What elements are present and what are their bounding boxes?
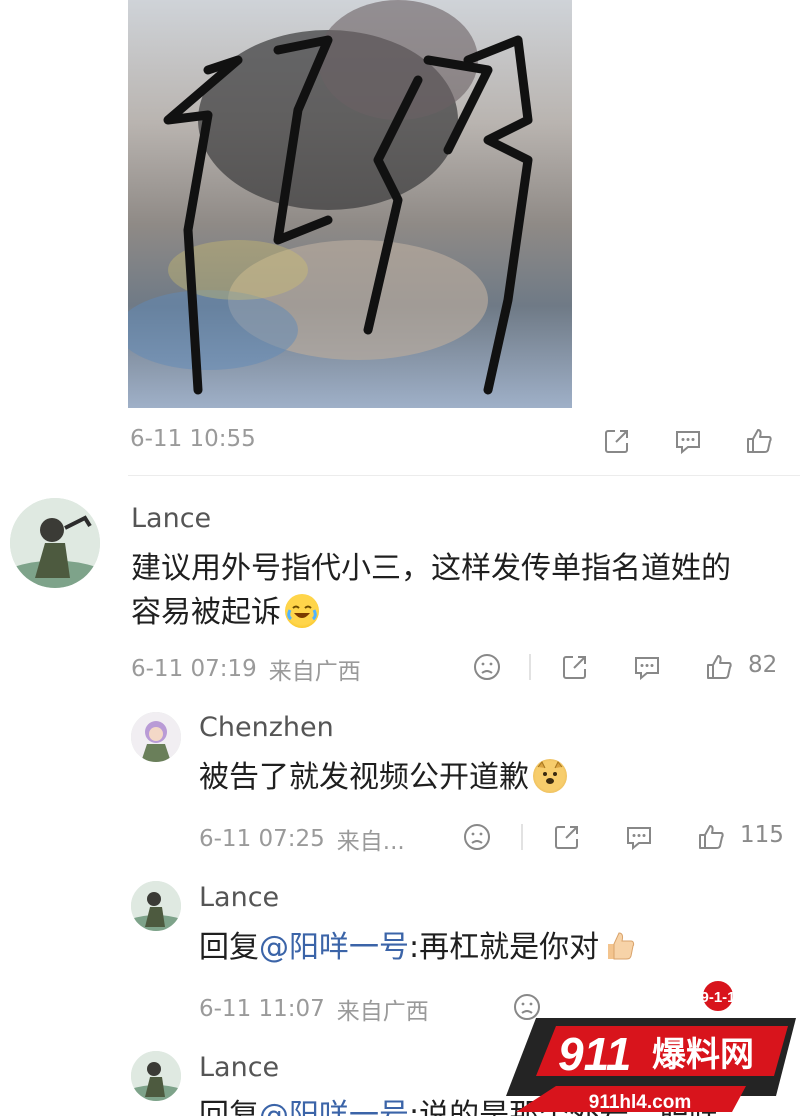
separator (529, 654, 531, 680)
commenter-name[interactable]: Lance (199, 1052, 279, 1083)
site-watermark-logo: 9-1-1 911 爆料网 911hl4.com (496, 978, 800, 1116)
like-count: 82 (748, 652, 778, 678)
post-timestamp: 6-11 10:55 (130, 426, 256, 452)
avatar[interactable] (10, 498, 100, 588)
like-count: 115 (740, 822, 784, 848)
comment-timestamp: 6-11 11:07 (199, 996, 325, 1022)
share-icon[interactable] (600, 424, 634, 458)
avatar[interactable] (131, 1051, 181, 1101)
watermark-badge: 9-1-1 (700, 989, 735, 1006)
like-icon[interactable] (742, 424, 776, 458)
comment-location: 来自广西 (336, 999, 429, 1025)
comment-icon[interactable] (671, 424, 705, 458)
doge-emoji-icon (533, 759, 567, 793)
avatar[interactable] (131, 881, 181, 931)
mention-link[interactable]: @阳咩一号 (259, 1098, 409, 1116)
watermark-url: 911hl4.com (589, 1092, 691, 1113)
like-icon[interactable] (694, 820, 728, 854)
comment-text-line2: 容易被起诉 (131, 591, 319, 635)
comment-location: 来自广西 (268, 659, 361, 685)
mention-link[interactable]: @阳咩一号 (259, 930, 409, 965)
comment-text: 回复@阳咩一号:再杠就是你对 (199, 926, 637, 970)
dislike-icon[interactable] (470, 650, 504, 684)
commenter-name[interactable]: Lance (199, 882, 279, 913)
comment-text: 建议用外号指代小三，这样发传单指名道姓的 (131, 551, 731, 586)
comment-icon[interactable] (630, 650, 664, 684)
share-icon[interactable] (550, 820, 584, 854)
comment-location: 来自... (336, 829, 405, 855)
post-image[interactable] (128, 0, 572, 408)
comment-icon[interactable] (622, 820, 656, 854)
divider (128, 475, 800, 476)
comment-timestamp: 6-11 07:25 (199, 826, 325, 852)
watermark-brand-number: 911 (558, 1028, 631, 1080)
laugh-cry-emoji-icon (285, 594, 319, 628)
comment-text: 被告了就发视频公开道歉 (199, 756, 567, 800)
watermark-brand-text: 爆料网 (652, 1035, 754, 1075)
thumbs-up-emoji-icon (603, 929, 637, 963)
like-icon[interactable] (702, 650, 736, 684)
avatar[interactable] (131, 712, 181, 762)
dislike-icon[interactable] (460, 820, 494, 854)
separator (521, 824, 523, 850)
commenter-name[interactable]: Lance (131, 503, 211, 534)
commenter-name[interactable]: Chenzhen (199, 712, 334, 743)
share-icon[interactable] (558, 650, 592, 684)
comment-timestamp: 6-11 07:19 (131, 656, 257, 682)
